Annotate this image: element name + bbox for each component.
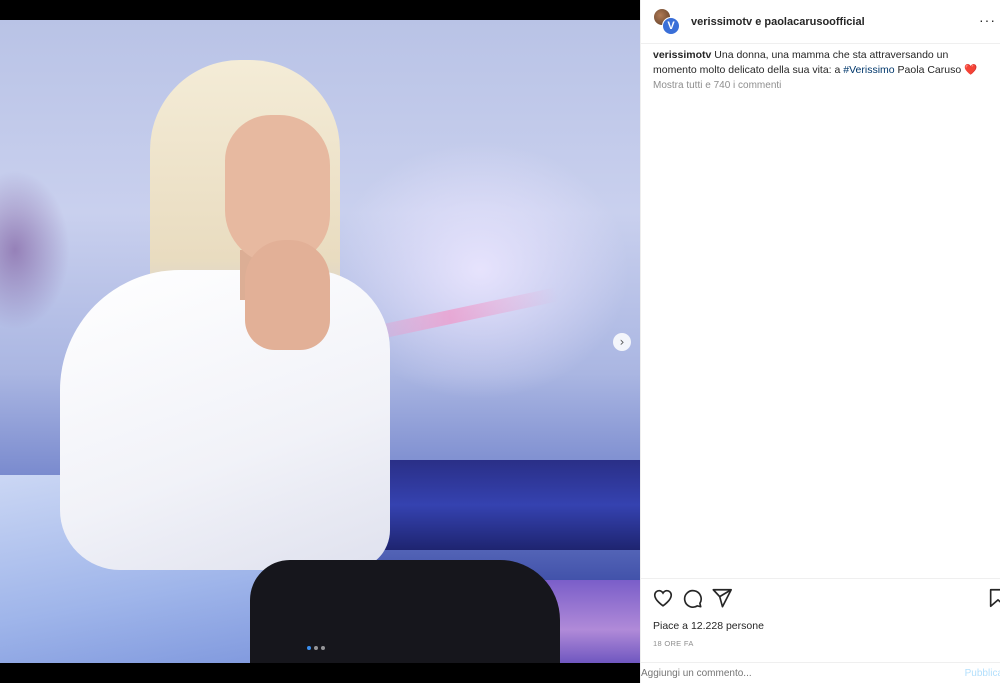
person-shirt: [60, 270, 390, 570]
post-caption: verissimotv Una donna, una mamma che sta…: [641, 44, 1000, 78]
view-all-comments-link[interactable]: Mostra tutti e 740 i commenti: [641, 78, 1000, 93]
post-timestamp[interactable]: 18 ORE FA: [653, 639, 694, 648]
carousel-dot[interactable]: [314, 646, 318, 650]
person-hands: [245, 240, 330, 350]
caption-hashtag[interactable]: #Verissimo: [843, 64, 894, 76]
avatar-group[interactable]: V: [653, 7, 681, 36]
heart-icon[interactable]: [652, 587, 674, 609]
share-icon[interactable]: [711, 587, 733, 609]
comment-input[interactable]: [641, 668, 941, 679]
more-options-icon[interactable]: ···: [979, 12, 996, 28]
carousel-dot[interactable]: [307, 646, 311, 650]
heart-emoji: ❤️: [964, 64, 978, 76]
carousel-next-button[interactable]: ›: [613, 333, 631, 351]
person-pants: [250, 560, 560, 663]
avatar[interactable]: V: [662, 16, 680, 35]
carousel-dot[interactable]: [321, 646, 325, 650]
publish-button[interactable]: Pubblica: [965, 668, 1000, 679]
comment-icon[interactable]: [681, 587, 703, 609]
background-shape: [0, 170, 70, 330]
comment-bar: Pubblica: [641, 662, 1000, 683]
post-header: V verissimotv e paolacarusoofficial ···: [641, 0, 1000, 44]
caption-username[interactable]: verissimotv: [653, 49, 711, 61]
post-photo[interactable]: [0, 20, 640, 663]
caption-text: Paola Caruso: [894, 64, 965, 76]
post-side-panel: V verissimotv e paolacarusoofficial ··· …: [640, 0, 1000, 683]
likes-count[interactable]: Piace a 12.228 persone: [653, 620, 764, 632]
post-authors[interactable]: verissimotv e paolacarusoofficial: [691, 16, 865, 28]
carousel-dots: [307, 646, 325, 650]
media-area: ›: [0, 0, 640, 683]
bookmark-icon[interactable]: [987, 587, 1000, 609]
